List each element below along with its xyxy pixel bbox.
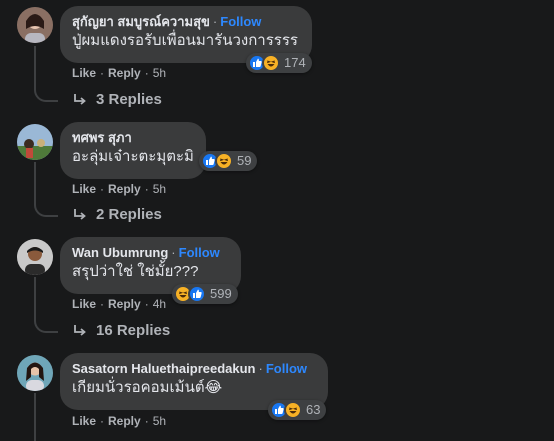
- comment-text: อะลุ่มเจ๋าะตะมุตะมิ: [72, 148, 194, 165]
- like-button[interactable]: Like: [72, 414, 96, 428]
- reaction-summary[interactable]: 63: [268, 400, 327, 420]
- comment-actions: Like · Reply · 5h: [72, 181, 166, 197]
- like-button[interactable]: Like: [72, 297, 96, 311]
- thread-line: [34, 46, 36, 84]
- follow-button[interactable]: Follow: [220, 14, 261, 29]
- comment-text: สรุปว่าใช่ ใช่มั้ย???: [72, 263, 199, 280]
- replies-label: 2 Replies: [96, 206, 162, 223]
- reaction-count: 174: [284, 55, 306, 70]
- reaction-summary[interactable]: 59: [199, 151, 258, 171]
- view-replies-button[interactable]: 2 Replies: [72, 205, 162, 225]
- sep: ·: [144, 66, 149, 80]
- avatar[interactable]: [17, 355, 53, 391]
- comment-actions: Like · Reply · 4h: [72, 296, 166, 312]
- reply-arrow-icon: [74, 209, 86, 220]
- timestamp[interactable]: 5h: [153, 66, 166, 80]
- timestamp[interactable]: 5h: [153, 414, 166, 428]
- comment-actions: Like · Reply · 5h: [72, 65, 166, 81]
- reply-button[interactable]: Reply: [108, 182, 141, 196]
- reply-arrow-icon: [74, 325, 86, 336]
- sep: ·: [100, 297, 105, 311]
- thread-curve: [34, 199, 58, 217]
- haha-icon: [215, 152, 233, 170]
- timestamp[interactable]: 5h: [153, 182, 166, 196]
- comment-text: ปู่ผมแดงรอรับเพื่อนมารันวงการรรร: [72, 32, 298, 49]
- name-dot: ·: [212, 14, 218, 29]
- sep: ·: [144, 182, 149, 196]
- haha-icon: [262, 54, 280, 72]
- like-icon: [188, 285, 206, 303]
- author-name[interactable]: Wan Ubumrung: [72, 245, 168, 260]
- follow-button[interactable]: Follow: [179, 245, 220, 260]
- reply-button[interactable]: Reply: [108, 414, 141, 428]
- replies-label: 16 Replies: [96, 322, 171, 339]
- reply-arrow-icon: [74, 94, 86, 105]
- sep: ·: [100, 414, 105, 428]
- view-replies-button[interactable]: 16 Replies: [72, 321, 170, 341]
- comment-actions: Like · Reply · 5h: [72, 413, 166, 429]
- sep: ·: [100, 66, 105, 80]
- view-replies-button[interactable]: 3 Replies: [72, 90, 162, 110]
- thread-curve: [34, 315, 58, 333]
- avatar[interactable]: [17, 124, 53, 160]
- name-dot: ·: [258, 361, 263, 376]
- sep: ·: [144, 297, 149, 311]
- reply-button[interactable]: Reply: [108, 66, 141, 80]
- author-name[interactable]: Sasatorn Haluethaipreedakun: [72, 361, 256, 376]
- reaction-summary[interactable]: 174: [246, 53, 312, 73]
- sep: ·: [100, 182, 105, 196]
- replies-label: 3 Replies: [96, 91, 162, 108]
- reaction-count: 59: [237, 153, 252, 168]
- like-button[interactable]: Like: [72, 182, 96, 196]
- thread-line: [34, 277, 36, 315]
- timestamp[interactable]: 4h: [153, 297, 166, 311]
- sep: ·: [144, 414, 149, 428]
- reaction-count: 63: [306, 402, 321, 417]
- thread-line: [34, 162, 36, 199]
- comment-text: เกียมนั่วรอคอมเม้นต์😂: [72, 379, 223, 396]
- like-button[interactable]: Like: [72, 66, 96, 80]
- avatar[interactable]: [17, 239, 53, 275]
- comment-bubble: ทศพร สุภา อะลุ่มเจ๋าะตะมุตะมิ: [60, 122, 206, 179]
- avatar[interactable]: [17, 7, 53, 43]
- thread-line: [34, 393, 36, 441]
- reaction-summary[interactable]: 599: [172, 284, 238, 304]
- name-dot: ·: [171, 245, 176, 260]
- follow-button[interactable]: Follow: [266, 361, 307, 376]
- author-name[interactable]: ทศพร สุภา: [72, 130, 132, 145]
- haha-icon: [284, 401, 302, 419]
- author-name[interactable]: สุกัญยา สมบูรณ์ความสุข: [72, 14, 210, 29]
- comments-section: สุกัญยา สมบูรณ์ความสุข · Follow ปู่ผมแดงรอ…: [0, 0, 554, 441]
- reaction-count: 599: [210, 286, 232, 301]
- reply-button[interactable]: Reply: [108, 297, 141, 311]
- thread-curve: [34, 84, 58, 102]
